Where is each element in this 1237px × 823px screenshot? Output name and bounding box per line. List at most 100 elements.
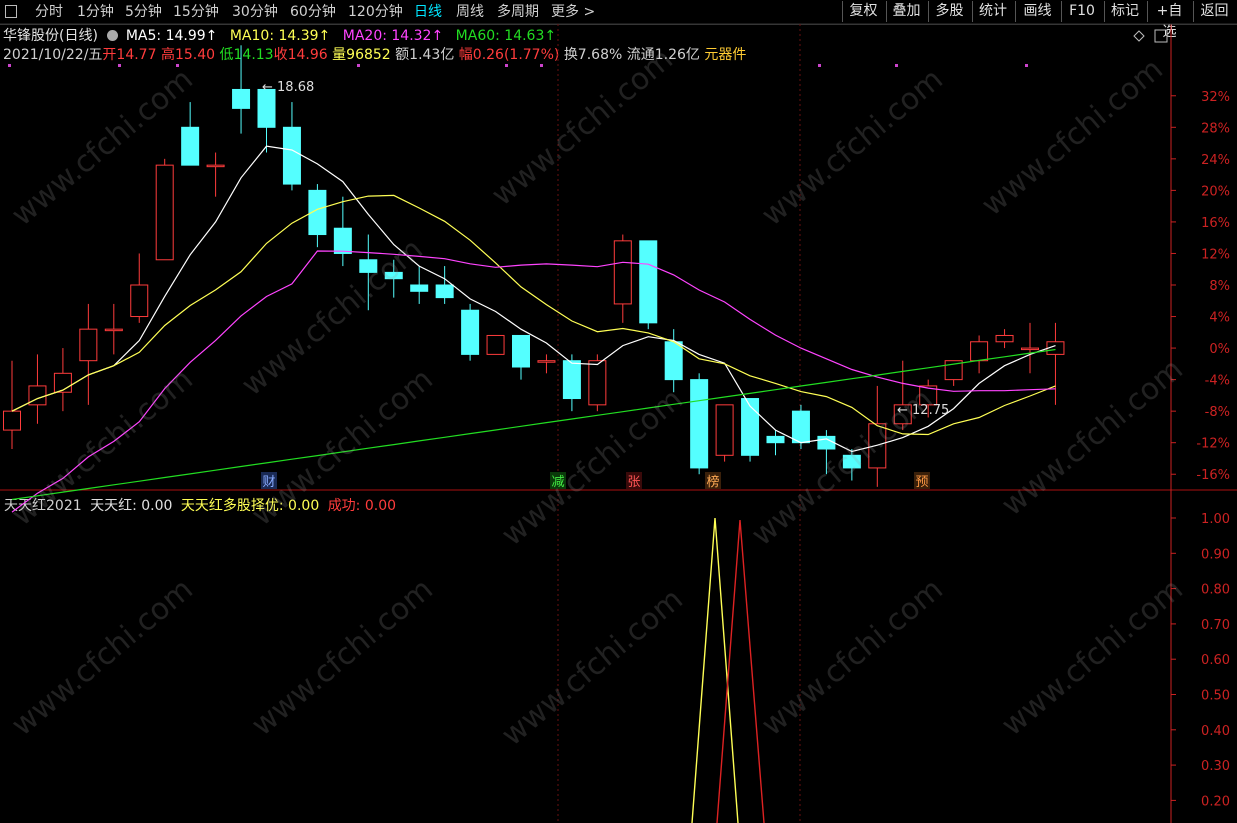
- candle-17: [435, 266, 454, 304]
- candle-41: [1046, 322, 1065, 405]
- candle-30: [766, 430, 785, 456]
- price-axis-label-9: -4%: [1205, 374, 1230, 389]
- price-axis-label-7: 4%: [1209, 311, 1230, 326]
- ind-axis-label-4: 0.60: [1201, 653, 1230, 668]
- candle-body-2: [53, 372, 72, 393]
- candle-18: [461, 303, 480, 361]
- price-axis-label-8: 0%: [1209, 342, 1230, 357]
- ind-axis-label-1: 0.90: [1201, 547, 1230, 562]
- indicator-spike-red: [716, 519, 765, 823]
- candle-body-9: [232, 88, 251, 109]
- candle-body-20: [512, 334, 530, 368]
- candle-body-39: [995, 334, 1014, 343]
- candle-19: [486, 334, 505, 355]
- candle-body-21: [537, 360, 556, 363]
- event-marker-4[interactable]: 预: [915, 475, 928, 490]
- ind-axis-label-6: 0.40: [1201, 724, 1230, 739]
- high-price-label: ← 18.68: [262, 80, 314, 95]
- candle-body-38: [970, 341, 989, 362]
- candle-body-30: [766, 435, 785, 444]
- ind-axis-label-5: 0.50: [1201, 689, 1230, 704]
- candle-body-27: [690, 379, 709, 469]
- indicator-spike-yellow: [691, 517, 739, 823]
- candle-11: [282, 102, 301, 191]
- candle-9: [232, 45, 251, 134]
- marker-dot-4: [505, 64, 508, 67]
- candle-body-40: [1021, 347, 1039, 351]
- candle-20: [512, 334, 530, 380]
- candle-6: [155, 158, 174, 261]
- price-axis-label-0: 32%: [1201, 90, 1230, 105]
- candle-body-18: [461, 309, 480, 355]
- candle-body-11: [282, 126, 301, 185]
- price-axis-label-10: -8%: [1205, 405, 1230, 420]
- marker-dot-8: [1025, 64, 1028, 67]
- candle-body-4: [104, 328, 123, 332]
- price-axis-label-11: -12%: [1196, 437, 1230, 452]
- candle-38: [970, 335, 989, 374]
- price-axis-label-3: 20%: [1201, 184, 1230, 199]
- candle-body-6: [155, 164, 174, 261]
- candle-29: [741, 398, 760, 462]
- candle-5: [130, 253, 149, 323]
- candle-body-31: [791, 410, 810, 444]
- ind-axis-label-3: 0.70: [1201, 618, 1230, 633]
- close-panel-icon[interactable]: [1154, 29, 1168, 43]
- candle-body-5: [130, 284, 149, 318]
- ind-axis-label-0: 1.00: [1201, 512, 1230, 527]
- candle-39: [995, 329, 1014, 349]
- candle-body-7: [181, 126, 200, 166]
- candle-13: [333, 196, 352, 267]
- candle-body-22: [562, 360, 581, 400]
- candle-23: [588, 354, 607, 412]
- ind-axis-label-8: 0.20: [1201, 794, 1230, 809]
- candle-body-25: [639, 240, 658, 324]
- candle-2: [53, 348, 72, 412]
- diamond-icon[interactable]: [1133, 30, 1145, 42]
- marker-dot-1: [118, 64, 121, 67]
- marker-dot-7: [895, 64, 898, 67]
- candle-28: [715, 404, 734, 462]
- price-axis-label-5: 12%: [1201, 247, 1230, 262]
- event-marker-2[interactable]: 张: [627, 475, 640, 490]
- candle-12: [308, 184, 327, 248]
- candle-27: [690, 373, 709, 475]
- candle-1: [28, 354, 47, 424]
- candle-body-3: [79, 328, 98, 362]
- marker-dot-0: [8, 64, 11, 67]
- marker-dot-6: [818, 64, 821, 67]
- candle-body-23: [588, 360, 607, 406]
- candle-10: [257, 88, 276, 153]
- candle-body-0: [3, 410, 21, 431]
- candle-body-17: [435, 284, 454, 299]
- candle-4: [104, 303, 123, 355]
- price-axis-label-4: 16%: [1201, 216, 1230, 231]
- candle-body-26: [664, 341, 683, 381]
- candle-body-13: [333, 227, 352, 254]
- candle-40: [1021, 322, 1039, 374]
- candle-8: [206, 152, 225, 197]
- candle-24: [613, 234, 632, 323]
- candle-7: [181, 102, 200, 166]
- candle-body-10: [257, 88, 276, 128]
- candle-body-28: [715, 404, 734, 456]
- candle-25: [639, 240, 658, 330]
- candle-body-32: [817, 435, 836, 450]
- marker-dot-5: [540, 64, 543, 67]
- price-axis-label-12: -16%: [1196, 468, 1230, 483]
- candle-body-29: [741, 398, 760, 456]
- candle-3: [79, 303, 98, 405]
- candle-body-19: [486, 334, 505, 355]
- ind-axis-label-2: 0.80: [1201, 583, 1230, 598]
- candle-21: [537, 354, 556, 374]
- marker-dot-3: [357, 64, 360, 67]
- price-axis-label-1: 28%: [1201, 121, 1230, 136]
- candle-0: [3, 360, 21, 449]
- price-axis-label-2: 24%: [1201, 153, 1230, 168]
- candle-body-16: [410, 284, 429, 292]
- price-axis-label-6: 8%: [1209, 279, 1230, 294]
- ind-axis-label-7: 0.30: [1201, 759, 1230, 774]
- candle-body-8: [206, 164, 225, 168]
- candle-body-24: [613, 240, 632, 305]
- event-marker-3[interactable]: 榜: [706, 474, 719, 490]
